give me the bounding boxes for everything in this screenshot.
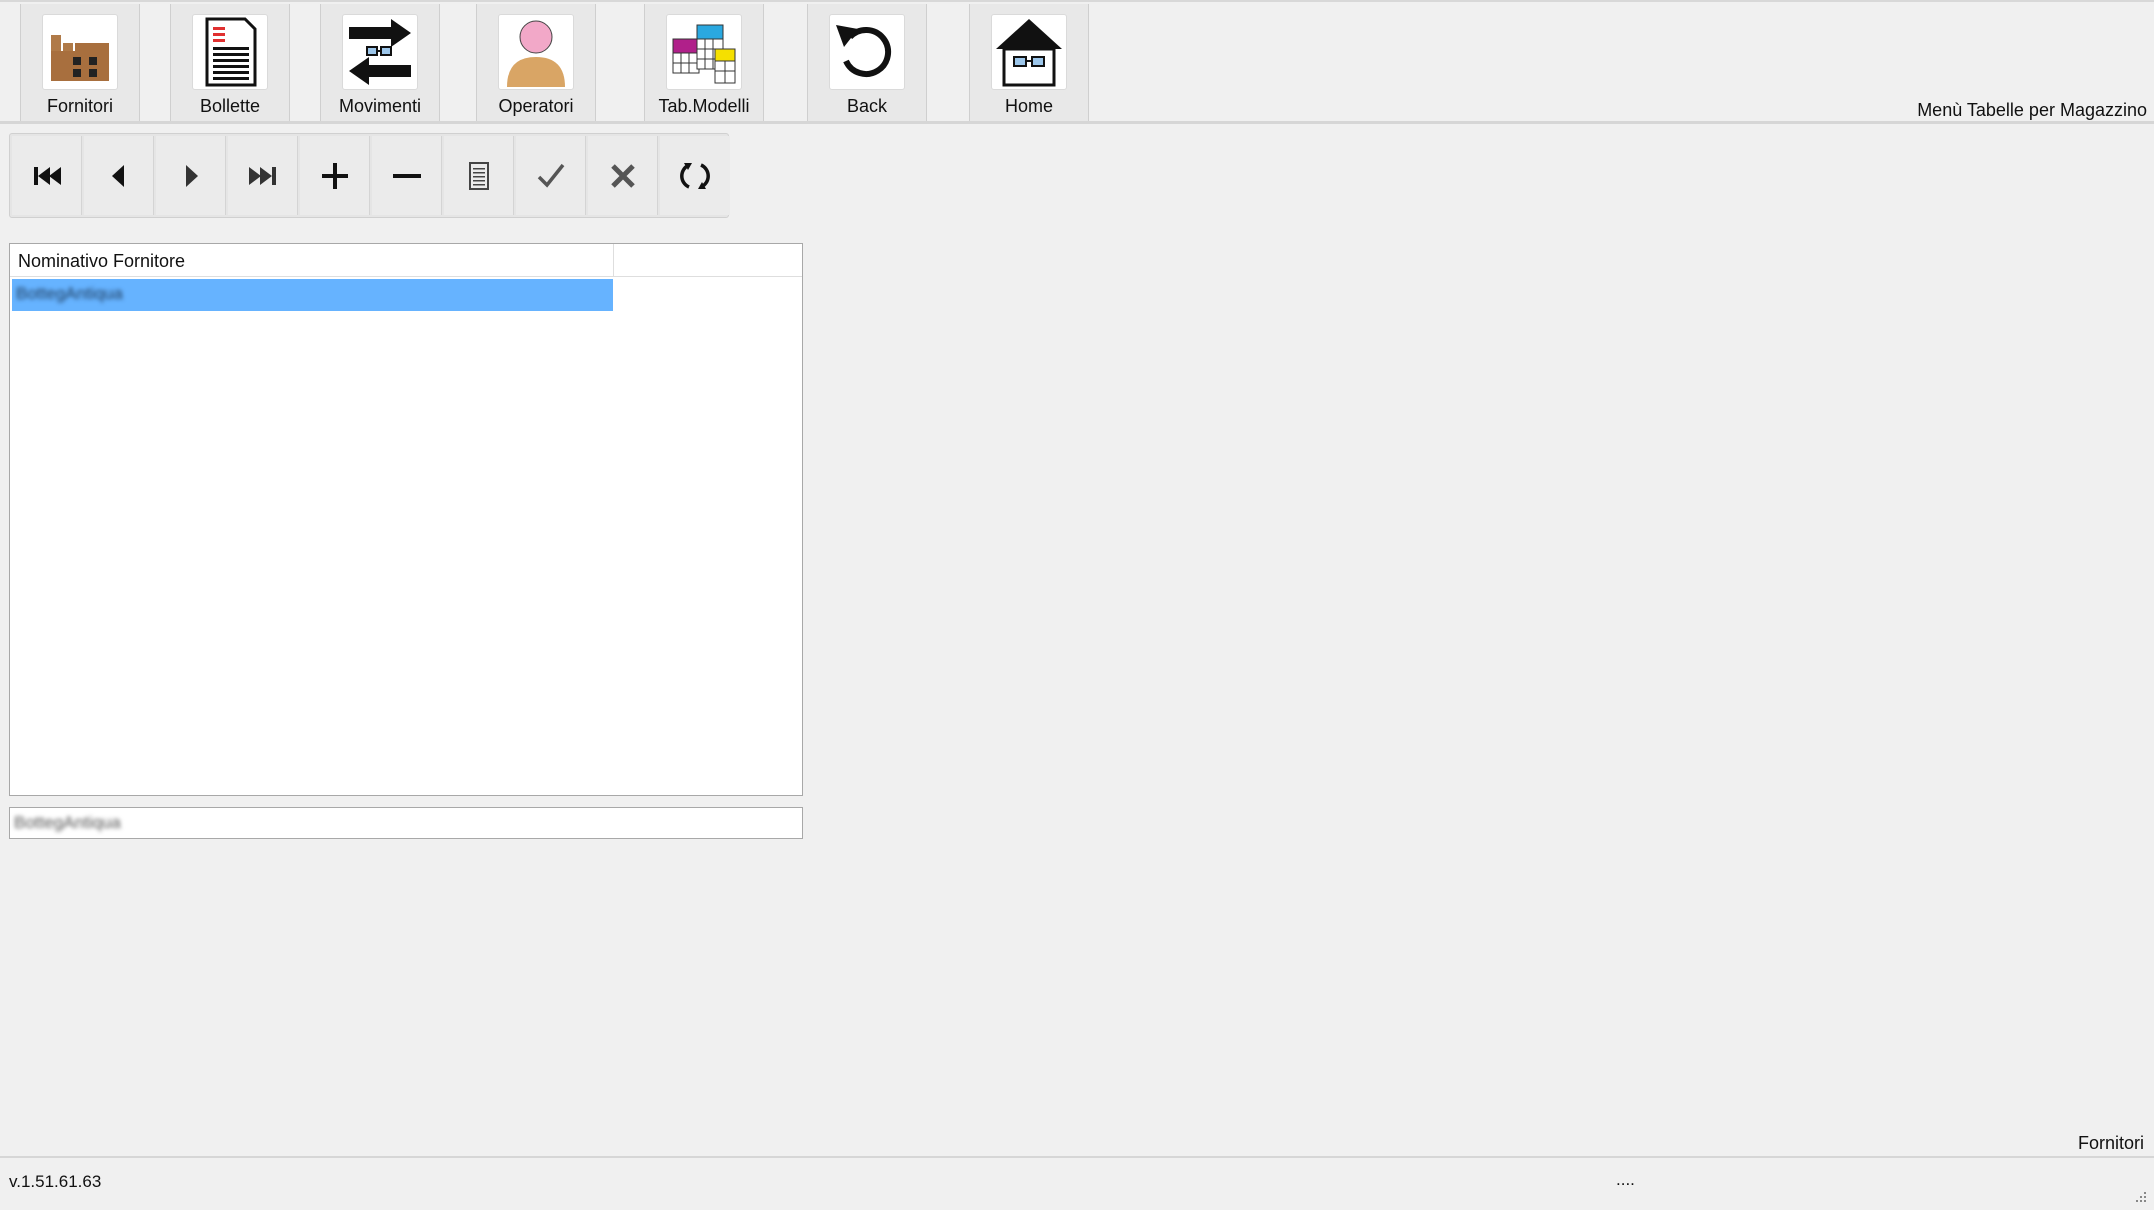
first-record-button[interactable] — [12, 136, 82, 215]
back-button[interactable]: Back — [807, 4, 927, 122]
column-header-nominativo[interactable]: Nominativo Fornitore — [10, 244, 614, 277]
movimenti-label: Movimenti — [338, 96, 422, 116]
grid-header: Nominativo Fornitore — [10, 244, 802, 277]
supplier-name-field[interactable]: BottegAntiqua — [9, 807, 803, 839]
cancel-button[interactable] — [588, 136, 658, 215]
form-name: Fornitori — [2077, 1133, 2144, 1153]
home-button[interactable]: Home — [969, 4, 1089, 122]
back-label: Back — [846, 96, 888, 116]
person-icon — [498, 14, 574, 90]
home-label: Home — [1004, 96, 1053, 116]
first-record-icon — [33, 166, 61, 185]
last-record-icon — [248, 166, 276, 185]
confirm-button[interactable] — [516, 136, 586, 215]
factory-icon — [42, 14, 118, 90]
refresh-button[interactable] — [660, 136, 730, 215]
bollette-label: Bollette — [199, 96, 261, 116]
operatori-button[interactable]: Operatori — [476, 4, 596, 122]
add-record-button[interactable] — [300, 136, 370, 215]
cell-nominativo: BottegAntiqua — [16, 284, 123, 303]
transfer-arrows-icon — [342, 14, 418, 90]
table-row[interactable]: BottegAntiqua — [12, 279, 613, 311]
bollette-button[interactable]: Bollette — [170, 4, 290, 122]
plus-icon — [321, 162, 348, 189]
minus-icon — [392, 173, 421, 178]
status-indicator: .... — [1616, 1170, 1635, 1189]
operatori-label: Operatori — [498, 96, 574, 116]
previous-record-icon — [111, 164, 124, 187]
previous-record-button[interactable] — [84, 136, 154, 215]
edit-document-icon — [468, 161, 489, 190]
last-record-button[interactable] — [228, 136, 298, 215]
resize-grip-icon[interactable] — [2132, 1188, 2148, 1204]
undo-arrow-icon — [829, 14, 905, 90]
colored-tables-icon — [666, 14, 742, 90]
fornitori-label: Fornitori — [46, 96, 113, 116]
house-icon — [991, 14, 1067, 90]
delete-record-button[interactable] — [372, 136, 442, 215]
check-icon — [537, 163, 564, 188]
fornitori-button[interactable]: Fornitori — [20, 4, 140, 122]
suppliers-grid[interactable]: Nominativo Fornitore BottegAntiqua — [9, 243, 803, 796]
next-record-button[interactable] — [156, 136, 226, 215]
close-icon — [610, 163, 635, 188]
refresh-icon — [680, 162, 710, 189]
main-toolbar: Fornitori Bollette Movimenti Operatori T… — [0, 2, 2154, 122]
document-icon — [192, 14, 268, 90]
tab-modelli-label: Tab.Modelli — [658, 96, 750, 116]
toolbar-divider — [0, 121, 2154, 124]
edit-record-button[interactable] — [444, 136, 514, 215]
movimenti-button[interactable]: Movimenti — [320, 4, 440, 122]
version-label: v.1.51.61.63 — [9, 1172, 102, 1191]
supplier-name-value: BottegAntiqua — [14, 813, 121, 832]
status-bar: v.1.51.61.63 .... — [0, 1156, 2154, 1210]
next-record-icon — [185, 164, 198, 187]
menu-title: Menù Tabelle per Magazzino — [1917, 100, 2147, 120]
tab-modelli-button[interactable]: Tab.Modelli — [644, 4, 764, 122]
record-navigator — [9, 133, 730, 218]
